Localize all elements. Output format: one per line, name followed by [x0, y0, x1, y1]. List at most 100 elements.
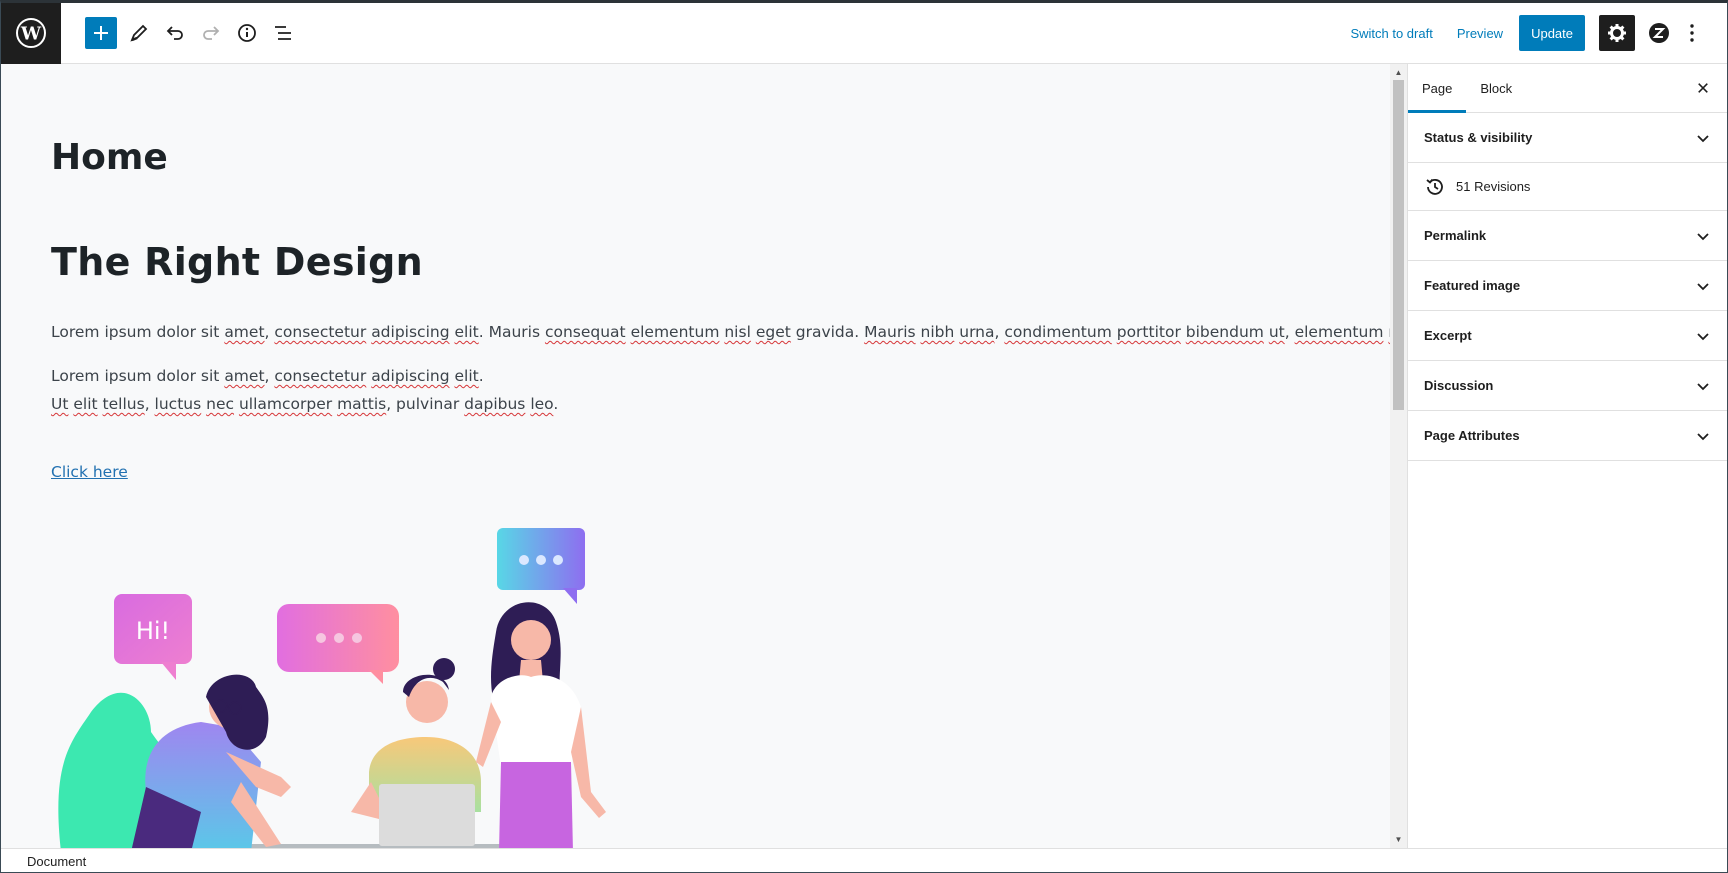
wordpress-logo-svg: W	[16, 18, 46, 48]
panel-title: Permalink	[1424, 228, 1487, 243]
misspelled-word: tellus	[102, 395, 145, 413]
preview-button[interactable]: Preview	[1445, 15, 1515, 51]
text-run: .	[553, 395, 559, 413]
canvas-scrollbar[interactable]: ▲ ▼	[1390, 64, 1407, 848]
heading-block[interactable]: The Right Design	[51, 240, 423, 284]
settings-sidebar: Page Block Status & visibility 51 Revisi…	[1407, 64, 1727, 848]
misspelled-word: consectetur	[274, 367, 367, 385]
misspelled-word: mattis	[337, 395, 387, 413]
misspelled-word: ullamcorper	[238, 395, 333, 413]
panel-title: Excerpt	[1424, 328, 1472, 343]
close-icon	[1698, 83, 1708, 93]
scroll-down-arrow-icon[interactable]: ▼	[1390, 831, 1407, 848]
misspelled-word: bibendum	[1185, 323, 1264, 341]
misspelled-word: elit	[454, 323, 479, 341]
text-run: , pulvinar	[386, 395, 465, 413]
laptop-shape	[379, 784, 475, 846]
gear-icon	[1608, 24, 1626, 42]
panel-featured-image[interactable]: Featured image	[1408, 261, 1727, 311]
settings-button[interactable]	[1599, 15, 1635, 51]
paragraph-line: Ut elit tellus, luctus nec ullamcorper m…	[51, 390, 558, 418]
details-button[interactable]	[229, 15, 265, 51]
misspelled-word: amet	[224, 367, 265, 385]
misspelled-word: eget	[755, 323, 791, 341]
panel-permalink[interactable]: Permalink	[1408, 211, 1727, 261]
list-view-icon	[275, 26, 291, 40]
more-options-button[interactable]	[1677, 15, 1707, 51]
redo-icon	[203, 26, 220, 40]
plus-icon	[94, 26, 108, 40]
misspelled-word: elementum	[630, 323, 720, 341]
text-run: ,	[1284, 323, 1295, 341]
svg-text:W: W	[20, 24, 42, 45]
paragraph-line: Lorem ipsum dolor sit amet, consectetur …	[51, 362, 558, 390]
chevron-down-icon	[1697, 333, 1709, 341]
editor-header: W Switch to draft Preview Update	[1, 3, 1727, 64]
panel-excerpt[interactable]: Excerpt	[1408, 311, 1727, 361]
redo-button[interactable]	[193, 15, 229, 51]
list-view-button[interactable]	[265, 15, 301, 51]
misspelled-word: elit	[454, 367, 479, 385]
misspelled-word: elit	[73, 395, 98, 413]
text-run: gravida.	[790, 323, 865, 341]
wordpress-logo-icon[interactable]: W	[1, 3, 61, 64]
panel-status-visibility[interactable]: Status & visibility	[1408, 113, 1727, 163]
scrollbar-thumb[interactable]	[1393, 80, 1404, 410]
undo-icon	[166, 26, 183, 40]
text-run: ,	[144, 395, 155, 413]
revisions-link[interactable]: 51 Revisions	[1408, 163, 1727, 211]
tab-block[interactable]: Block	[1466, 64, 1526, 112]
panel-title: Featured image	[1424, 278, 1521, 293]
misspelled-word: porttitor	[1116, 323, 1181, 341]
switch-to-draft-button[interactable]: Switch to draft	[1338, 15, 1444, 51]
panel-title: Page Attributes	[1424, 428, 1520, 443]
editor-canvas[interactable]: Home The Right Design Lorem ipsum dolor …	[1, 64, 1391, 848]
click-here-link[interactable]: Click here	[51, 463, 128, 481]
panel-discussion[interactable]: Discussion	[1408, 361, 1727, 411]
close-sidebar-button[interactable]	[1691, 76, 1715, 100]
misspelled-word: urna	[959, 323, 995, 341]
text-run: ,	[264, 367, 275, 385]
tools-button[interactable]	[121, 15, 157, 51]
hi-bubble-text: Hi!	[136, 617, 170, 645]
misspelled-word: nec	[206, 395, 235, 413]
breadcrumb-document[interactable]: Document	[27, 854, 86, 869]
scroll-up-arrow-icon[interactable]: ▲	[1390, 64, 1407, 81]
update-button[interactable]: Update	[1519, 15, 1585, 51]
misspelled-word: condimentum	[1004, 323, 1112, 341]
plugin-logo-icon	[1649, 23, 1669, 43]
misspelled-word: nibh	[920, 323, 955, 341]
misspelled-word: amet	[224, 323, 265, 341]
text-run: Lorem ipsum dolor sit	[51, 323, 225, 341]
info-icon	[238, 24, 256, 42]
text-run: ,	[994, 323, 1005, 341]
plugin-button[interactable]	[1641, 15, 1677, 51]
more-vertical-icon	[1690, 24, 1694, 42]
panel-page-attributes[interactable]: Page Attributes	[1408, 411, 1727, 461]
undo-button[interactable]	[157, 15, 193, 51]
block-inserter-button[interactable]	[85, 17, 117, 49]
chevron-down-icon	[1697, 283, 1709, 291]
people-chatting-illustration[interactable]: Hi!	[51, 512, 631, 848]
chevron-down-icon	[1697, 383, 1709, 391]
chevron-down-icon	[1697, 233, 1709, 241]
misspelled-word: dapibus	[464, 395, 526, 413]
paragraph-block[interactable]: Lorem ipsum dolor sit amet, consectetur …	[51, 318, 1391, 346]
chevron-down-icon	[1697, 135, 1709, 143]
page-title[interactable]: Home	[51, 137, 168, 178]
tab-page[interactable]: Page	[1408, 64, 1467, 113]
pencil-icon	[130, 24, 148, 42]
misspelled-word: leo	[530, 395, 554, 413]
block-breadcrumb-footer: Document	[1, 848, 1727, 872]
panel-title: Discussion	[1424, 378, 1494, 393]
paragraph-block-2[interactable]: Lorem ipsum dolor sit amet, consectetur …	[51, 362, 558, 418]
misspelled-word: adipiscing	[371, 367, 450, 385]
text-run: ,	[264, 323, 275, 341]
misspelled-word: luctus	[154, 395, 202, 413]
panel-title: Status & visibility	[1424, 130, 1533, 145]
misspelled-word: Ut	[51, 395, 69, 413]
revisions-label: 51 Revisions	[1456, 179, 1531, 194]
misspelled-word: Mauris	[864, 323, 916, 341]
text-run: . Mauris	[478, 323, 545, 341]
misspelled-word: adipiscing	[371, 323, 450, 341]
